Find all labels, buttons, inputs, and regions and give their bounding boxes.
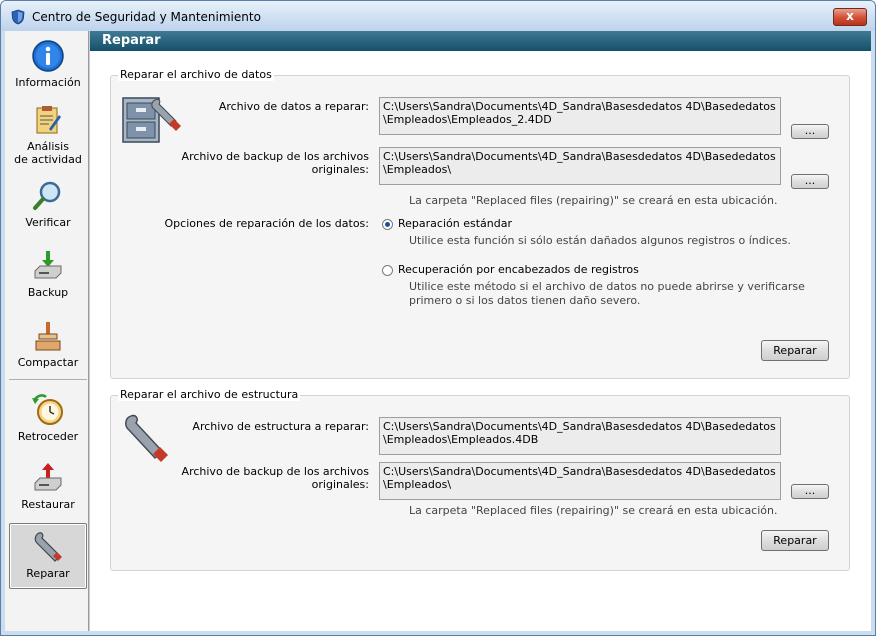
wrench-icon [125, 414, 168, 462]
browse-data-backup-button[interactable]: ... [791, 174, 829, 189]
structure-backup-path-field: C:\Users\Sandra\Documents\4D_Sandra\Base… [379, 462, 781, 500]
window-title: Centro de Seguridad y Mantenimiento [32, 10, 261, 24]
repair-data-group: Reparar el archivo de datos Archivo de d… [110, 68, 850, 379]
sidebar-item-label: Restaurar [21, 498, 75, 511]
structure-backup-label: Archivo de backup de los archivos origin… [181, 465, 369, 491]
title-bar: Centro de Seguridad y Mantenimiento x [1, 1, 875, 31]
group-title: Reparar el archivo de datos [118, 68, 274, 81]
sidebar-item-label: Reparar [26, 567, 70, 580]
compact-icon [35, 322, 61, 351]
sidebar-item-label: Verificar [25, 216, 71, 229]
rollback-clock-icon [32, 394, 63, 425]
sidebar-item-compactar[interactable]: Compactar [9, 319, 87, 369]
header-recovery-hint: Utilice este método si el archivo de dat… [409, 280, 805, 307]
sidebar-item-label: Compactar [17, 356, 79, 369]
header-recovery-radio[interactable] [382, 265, 393, 276]
sidebar-item-analisis[interactable]: Análisis de actividad [9, 103, 87, 166]
data-folder-hint: La carpeta "Replaced files (repairing)" … [409, 194, 778, 207]
browse-structure-backup-button[interactable]: ... [791, 484, 829, 499]
data-file-label: Archivo de datos a reparar: [218, 100, 369, 113]
structure-file-path-field: C:\Users\Sandra\Documents\4D_Sandra\Base… [379, 417, 781, 455]
shield-icon [11, 9, 25, 25]
sidebar-item-restaurar[interactable]: Restaurar [9, 461, 87, 511]
header-recovery-label[interactable]: Recuperación por encabezados de registro… [398, 263, 639, 276]
sidebar-item-backup[interactable]: Backup [9, 249, 87, 299]
info-icon [32, 40, 64, 72]
page-title: Reparar [90, 31, 871, 51]
repair-options-label: Opciones de reparación de los datos: [164, 217, 370, 230]
browse-data-file-button[interactable]: ... [791, 124, 829, 139]
app-window: Centro de Seguridad y Mantenimiento x In… [0, 0, 876, 636]
data-backup-path-field: C:\Users\Sandra\Documents\4D_Sandra\Base… [379, 147, 781, 185]
sidebar-divider [9, 379, 87, 380]
close-button[interactable]: x [833, 8, 867, 26]
group-title: Reparar el archivo de estructura [118, 388, 301, 401]
sidebar-item-informacion[interactable]: Información [9, 39, 87, 89]
sidebar: Información Análisis de actividad Verifi… [5, 31, 89, 631]
sidebar-item-verificar[interactable]: Verificar [9, 179, 87, 229]
standard-repair-radio[interactable] [382, 219, 393, 230]
repair-structure-button[interactable]: Reparar [761, 530, 829, 551]
structure-folder-hint: La carpeta "Replaced files (repairing)" … [409, 504, 778, 517]
main-panel: Reparar Reparar el archivo de datos Arch… [89, 31, 871, 631]
sidebar-item-label: Análisis de actividad [14, 140, 82, 166]
repair-data-button[interactable]: Reparar [761, 340, 829, 361]
structure-file-label: Archivo de estructura a reparar: [192, 420, 369, 433]
standard-repair-label[interactable]: Reparación estándar [398, 217, 512, 230]
activity-analysis-icon [36, 106, 61, 134]
sidebar-item-retroceder[interactable]: Retroceder [9, 393, 87, 443]
sidebar-item-label: Backup [27, 286, 69, 299]
sidebar-item-label: Retroceder [17, 430, 79, 443]
sidebar-item-reparar[interactable]: Reparar [9, 523, 87, 589]
magnifier-icon [33, 181, 61, 210]
client-area: Información Análisis de actividad Verifi… [5, 31, 871, 631]
data-file-path-field: C:\Users\Sandra\Documents\4D_Sandra\Base… [379, 97, 781, 135]
restore-drive-icon [34, 463, 62, 491]
sidebar-item-label: Información [15, 76, 81, 89]
data-backup-label: Archivo de backup de los archivos origin… [181, 150, 369, 176]
backup-drive-icon [34, 251, 62, 279]
repair-structure-group: Reparar el archivo de estructura Archivo… [110, 388, 850, 571]
wrench-icon [34, 532, 62, 562]
standard-repair-hint: Utilice esta función si sólo están dañad… [409, 234, 791, 247]
